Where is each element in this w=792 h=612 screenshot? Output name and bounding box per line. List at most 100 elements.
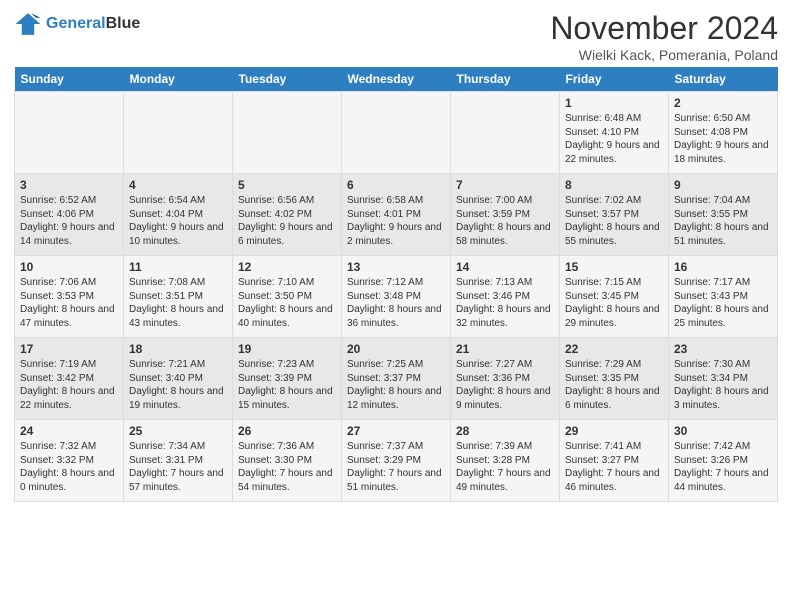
table-row: 6Sunrise: 6:58 AMSunset: 4:01 PMDaylight… — [342, 174, 451, 256]
table-row: 20Sunrise: 7:25 AMSunset: 3:37 PMDayligh… — [342, 338, 451, 420]
table-row: 14Sunrise: 7:13 AMSunset: 3:46 PMDayligh… — [451, 256, 560, 338]
day-info: Sunset: 3:51 PM — [129, 290, 227, 304]
table-row — [15, 92, 124, 174]
day-number: 29 — [565, 424, 663, 438]
table-row: 21 Sunrise: 7:27 AMSunset: 3:36 PMDayligh… — [451, 338, 560, 420]
day-info: Daylight: 7 hours and 51 minutes. — [347, 467, 445, 494]
day-info: Sunrise: 7:06 AM — [20, 276, 118, 290]
table-row: 3Sunrise: 6:52 AMSunset: 4:06 PMDaylight… — [15, 174, 124, 256]
day-info: Sunset: 3:30 PM — [238, 454, 336, 468]
day-number: 30 — [674, 424, 772, 438]
calendar-week-row: 17Sunrise: 7:19 AMSunset: 3:42 PMDayligh… — [15, 338, 778, 420]
day-info: Daylight: 9 hours and 14 minutes. — [20, 221, 118, 248]
day-info: Sunrise: 6:58 AM — [347, 194, 445, 208]
day-info: Sunset: 3:27 PM — [565, 454, 663, 468]
table-row: 5Sunrise: 6:56 AMSunset: 4:02 PMDaylight… — [233, 174, 342, 256]
day-info: Sunrise: 7:02 AM — [565, 194, 663, 208]
day-info: Daylight: 8 hours and 43 minutes. — [129, 303, 227, 330]
day-info: Sunrise: 7:39 AM — [456, 440, 554, 454]
day-info: Sunset: 3:32 PM — [20, 454, 118, 468]
day-info: Daylight: 9 hours and 18 minutes. — [674, 139, 772, 166]
day-number: 22 — [565, 342, 663, 356]
day-info: Daylight: 8 hours and 12 minutes. — [347, 385, 445, 412]
day-number: 19 — [238, 342, 336, 356]
day-number: 21 — [456, 342, 554, 356]
day-info: Daylight: 7 hours and 57 minutes. — [129, 467, 227, 494]
day-number: 20 — [347, 342, 445, 356]
day-info: Daylight: 8 hours and 47 minutes. — [20, 303, 118, 330]
table-row — [124, 92, 233, 174]
table-row: 12Sunrise: 7:10 AMSunset: 3:50 PMDayligh… — [233, 256, 342, 338]
day-info: Daylight: 8 hours and 9 minutes. — [456, 385, 554, 412]
table-row: 24Sunrise: 7:32 AMSunset: 3:32 PMDayligh… — [15, 420, 124, 502]
day-number: 8 — [565, 178, 663, 192]
day-info: Sunrise: 7:30 AM — [674, 358, 772, 372]
table-row — [342, 92, 451, 174]
table-row: 2Sunrise: 6:50 AMSunset: 4:08 PMDaylight… — [669, 92, 778, 174]
header-thursday: Thursday — [451, 67, 560, 92]
table-row — [451, 92, 560, 174]
day-info: Sunset: 3:42 PM — [20, 372, 118, 386]
day-info: Sunrise: 7:15 AM — [565, 276, 663, 290]
table-row: 4Sunrise: 6:54 AMSunset: 4:04 PMDaylight… — [124, 174, 233, 256]
day-info: Sunset: 4:04 PM — [129, 208, 227, 222]
table-row: 8 Sunrise: 7:02 AMSunset: 3:57 PMDaylight… — [560, 174, 669, 256]
day-info: Daylight: 9 hours and 22 minutes. — [565, 139, 663, 166]
day-info: Sunset: 3:34 PM — [674, 372, 772, 386]
day-info: Sunrise: 7:00 AM — [456, 194, 554, 208]
day-info: Sunrise: 7:13 AM — [456, 276, 554, 290]
day-info: Sunset: 4:10 PM — [565, 126, 663, 140]
table-row: 1Sunrise: 6:48 AMSunset: 4:10 PMDaylight… — [560, 92, 669, 174]
day-info: Daylight: 8 hours and 55 minutes. — [565, 221, 663, 248]
day-info: Sunrise: 6:52 AM — [20, 194, 118, 208]
day-info: Sunrise: 7:25 AM — [347, 358, 445, 372]
day-info: Sunset: 4:06 PM — [20, 208, 118, 222]
header-saturday: Saturday — [669, 67, 778, 92]
day-number: 4 — [129, 178, 227, 192]
day-info: Daylight: 9 hours and 2 minutes. — [347, 221, 445, 248]
day-number: 2 — [674, 96, 772, 110]
day-number: 11 — [129, 260, 227, 274]
day-number: 17 — [20, 342, 118, 356]
day-number: 7 — [456, 178, 554, 192]
table-row: 27Sunrise: 7:37 AMSunset: 3:29 PMDayligh… — [342, 420, 451, 502]
day-number: 23 — [674, 342, 772, 356]
table-row: 10Sunrise: 7:06 AMSunset: 3:53 PMDayligh… — [15, 256, 124, 338]
day-info: Sunrise: 6:54 AM — [129, 194, 227, 208]
day-info: Sunrise: 7:29 AM — [565, 358, 663, 372]
day-info: Sunset: 4:01 PM — [347, 208, 445, 222]
calendar-table: Sunday Monday Tuesday Wednesday Thursday… — [14, 67, 778, 502]
day-info: Sunrise: 7:17 AM — [674, 276, 772, 290]
calendar-week-row: 1Sunrise: 6:48 AMSunset: 4:10 PMDaylight… — [15, 92, 778, 174]
day-info: Sunset: 3:45 PM — [565, 290, 663, 304]
day-info: Sunrise: 6:48 AM — [565, 112, 663, 126]
table-row: 19Sunrise: 7:23 AMSunset: 3:39 PMDayligh… — [233, 338, 342, 420]
day-info: Sunset: 3:50 PM — [238, 290, 336, 304]
day-info: Daylight: 8 hours and 36 minutes. — [347, 303, 445, 330]
location: Wielki Kack, Pomerania, Poland — [550, 47, 778, 63]
calendar-week-row: 3Sunrise: 6:52 AMSunset: 4:06 PMDaylight… — [15, 174, 778, 256]
day-info: Sunrise: 7:27 AM — [456, 358, 554, 372]
day-info: Sunrise: 7:12 AM — [347, 276, 445, 290]
day-number: 27 — [347, 424, 445, 438]
day-info: Daylight: 8 hours and 0 minutes. — [20, 467, 118, 494]
day-info: Daylight: 8 hours and 29 minutes. — [565, 303, 663, 330]
day-info: Sunset: 3:26 PM — [674, 454, 772, 468]
table-row — [233, 92, 342, 174]
day-info: Daylight: 7 hours and 54 minutes. — [238, 467, 336, 494]
table-row: 22Sunrise: 7:29 AMSunset: 3:35 PMDayligh… — [560, 338, 669, 420]
table-row: 26Sunrise: 7:36 AMSunset: 3:30 PMDayligh… — [233, 420, 342, 502]
day-info: Sunset: 3:36 PM — [456, 372, 554, 386]
day-number: 5 — [238, 178, 336, 192]
day-info: Sunset: 4:08 PM — [674, 126, 772, 140]
day-number: 18 — [129, 342, 227, 356]
calendar-week-row: 24Sunrise: 7:32 AMSunset: 3:32 PMDayligh… — [15, 420, 778, 502]
day-info: Daylight: 8 hours and 15 minutes. — [238, 385, 336, 412]
day-info: Sunset: 3:35 PM — [565, 372, 663, 386]
day-info: Daylight: 8 hours and 32 minutes. — [456, 303, 554, 330]
day-info: Daylight: 8 hours and 25 minutes. — [674, 303, 772, 330]
title-block: November 2024 Wielki Kack, Pomerania, Po… — [550, 10, 778, 63]
day-info: Sunset: 3:57 PM — [565, 208, 663, 222]
header-tuesday: Tuesday — [233, 67, 342, 92]
day-number: 12 — [238, 260, 336, 274]
